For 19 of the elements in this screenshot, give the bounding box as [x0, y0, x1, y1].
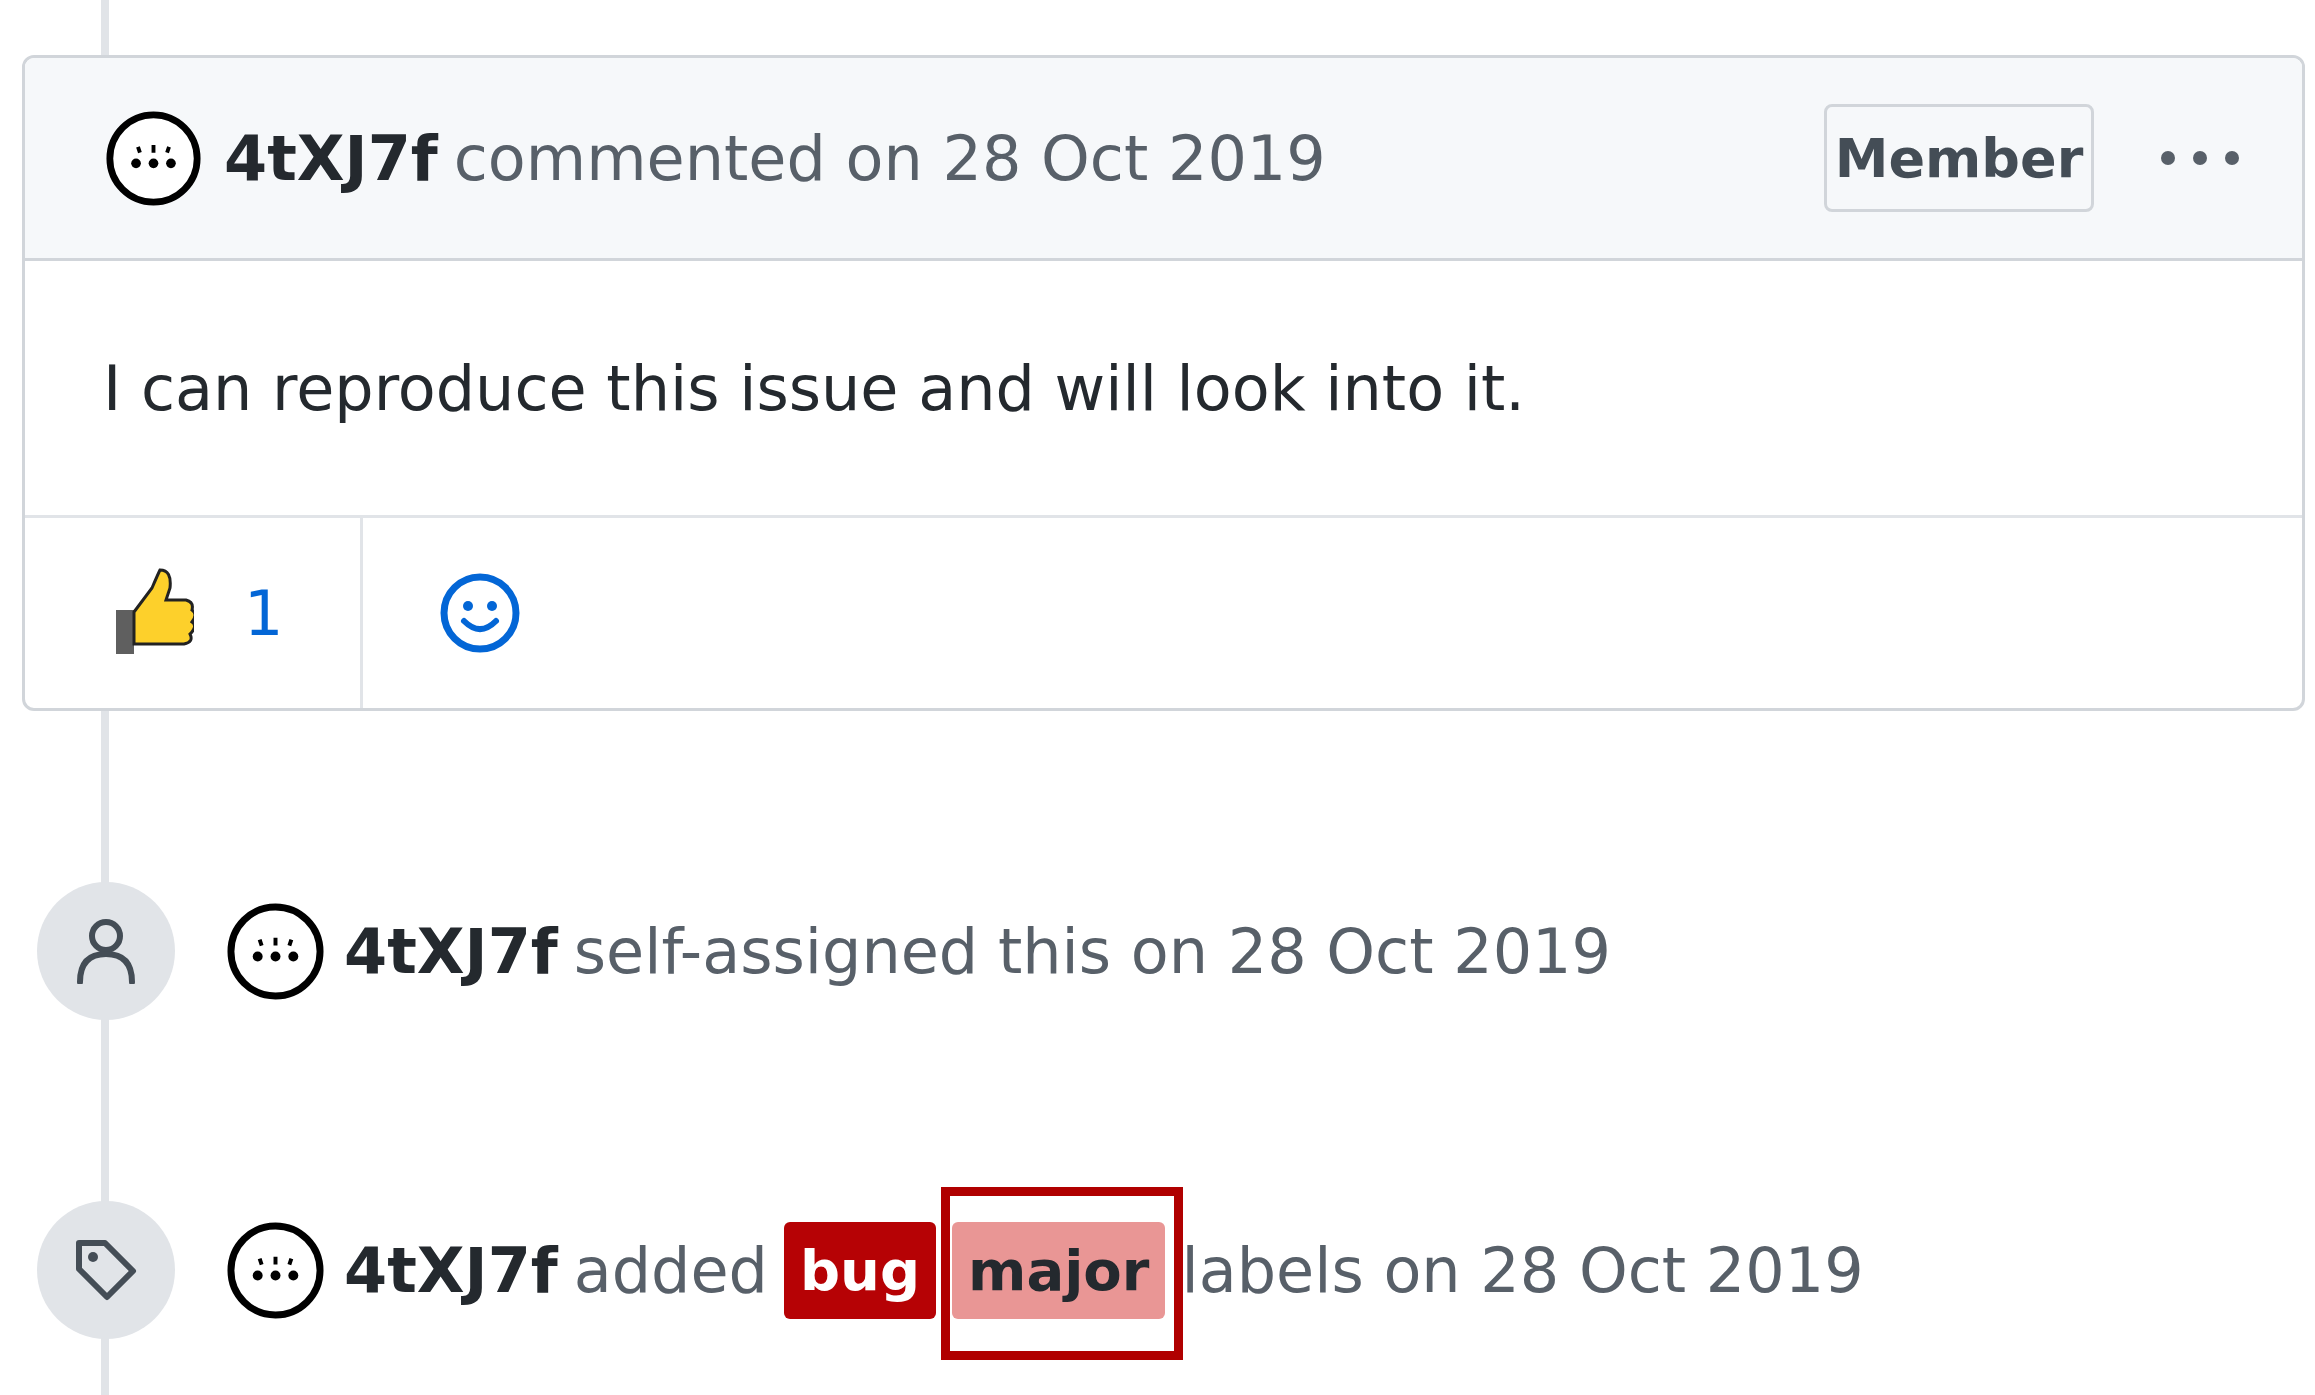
- label-tag[interactable]: major: [952, 1221, 1166, 1319]
- event-text: labels on 28 Oct 2019: [1181, 1233, 1864, 1307]
- comment-meta: commented on 28 Oct 2019: [453, 121, 1327, 195]
- comment-body: I can reproduce this issue and will look into it.: [103, 351, 1526, 425]
- role-badge: Member: [1824, 104, 2094, 212]
- avatar-icon[interactable]: [226, 901, 325, 1001]
- tag-icon: [74, 1238, 138, 1302]
- avatar-icon[interactable]: [105, 109, 202, 207]
- avatar-icon[interactable]: [226, 1220, 325, 1320]
- reaction-button[interactable]: 1: [25, 518, 363, 708]
- person-icon: [76, 918, 136, 984]
- author-link[interactable]: 4tXJ7f: [224, 121, 438, 195]
- author-link[interactable]: 4tXJ7f: [344, 1233, 558, 1307]
- event-text: added: [573, 1233, 768, 1307]
- more-icon[interactable]: [2158, 148, 2242, 168]
- add-reaction-icon[interactable]: [439, 572, 521, 654]
- event-text: self-assigned this on 28 Oct 2019: [573, 914, 1611, 988]
- author-link[interactable]: 4tXJ7f: [344, 914, 558, 988]
- label-tag[interactable]: bug: [784, 1221, 937, 1319]
